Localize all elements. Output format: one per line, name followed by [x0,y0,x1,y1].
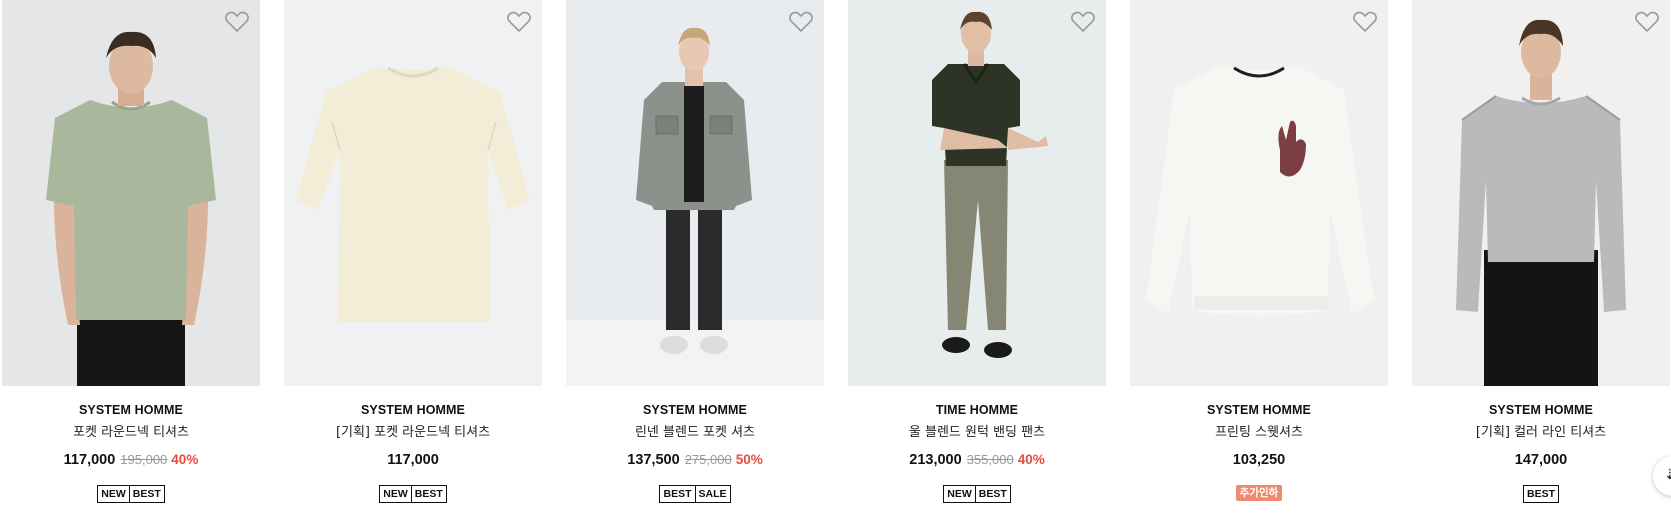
product-card[interactable]: SYSTEM HOMME 린넨 블렌드 포켓 셔츠 137,500 275,000… [566,0,824,510]
price-row: 103,250 [1130,450,1388,470]
product-card[interactable]: SYSTEM HOMME [기획] 포켓 라운드넥 티셔츠 117,000 NE… [284,0,542,510]
price-row: 147,000 [1412,450,1670,470]
product-name[interactable]: 프린팅 스웻셔츠 [1130,424,1388,442]
sale-price: 117,000 [63,452,116,468]
product-image[interactable] [2,0,260,386]
sale-price: 213,000 [909,452,962,468]
product-name[interactable]: 포켓 라운드넥 티셔츠 [2,424,260,442]
badge-group: BEST [1412,485,1670,505]
sale-price: 117,000 [387,452,439,468]
badge-extra-discount: 추가인하 [1235,485,1283,501]
heart-outline-icon[interactable] [1070,10,1096,34]
badge-group: 추가인하 [1130,485,1388,505]
product-card[interactable]: TIME HOMME 울 블렌드 원턱 밴딩 팬츠 213,000 355,000… [848,0,1106,510]
product-info: SYSTEM HOMME 포켓 라운드넥 티셔츠 117,000 195,000 4… [2,402,260,505]
badge-group: NEW BEST [284,485,542,505]
brand-name[interactable]: SYSTEM HOMME [284,402,542,418]
badge-best: BEST [410,486,446,502]
product-name[interactable]: [기획] 컬러 라인 티셔츠 [1412,424,1670,442]
brand-name[interactable]: SYSTEM HOMME [1412,402,1670,418]
heart-outline-icon[interactable] [506,10,532,34]
product-card[interactable]: SYSTEM HOMME 포켓 라운드넥 티셔츠 117,000 195,000 4… [2,0,260,510]
product-name[interactable]: [기획] 포켓 라운드넥 티셔츠 [284,424,542,442]
product-name[interactable]: 린넨 블렌드 포켓 셔츠 [566,424,824,442]
product-info: TIME HOMME 울 블렌드 원턱 밴딩 팬츠 213,000 355,000… [848,402,1106,505]
heart-outline-icon[interactable] [224,10,250,34]
product-image[interactable] [284,0,542,386]
badge-best: BEST [128,486,164,502]
badge-new: NEW [944,486,975,502]
original-price: 275,000 [684,452,732,467]
original-price: 355,000 [966,452,1014,467]
product-image[interactable] [848,0,1106,386]
badge-group: BEST SALE [566,485,824,505]
price-row: 213,000 355,000 40% [848,450,1106,470]
product-card[interactable]: SYSTEM HOMME [기획] 컬러 라인 티셔츠 147,000 BEST [1412,0,1670,510]
original-price: 195,000 [120,452,168,467]
brand-name[interactable]: SYSTEM HOMME [566,402,824,418]
price-row: 117,000 195,000 40% [2,450,260,470]
badge-group: NEW BEST [2,485,260,505]
brand-name[interactable]: SYSTEM HOMME [1130,402,1388,418]
price-row: 117,000 [284,450,542,470]
heart-outline-icon[interactable] [1352,10,1378,34]
badge-best: BEST [660,486,695,502]
badge-new: NEW [98,486,129,502]
badge-new: NEW [380,486,411,502]
product-info: SYSTEM HOMME 프린팅 스웻셔츠 103,250 추가인하 [1130,402,1388,505]
brand-name[interactable]: SYSTEM HOMME [2,402,260,418]
sale-price: 103,250 [1232,452,1286,468]
discount-rate: 40% [1017,452,1045,467]
product-card[interactable]: SYSTEM HOMME 프린팅 스웻셔츠 103,250 추가인하 [1130,0,1388,510]
badge-best: BEST [974,486,1010,502]
badge-group: NEW BEST [848,485,1106,505]
product-name[interactable]: 울 블렌드 원턱 밴딩 팬츠 [848,424,1106,442]
product-grid: SYSTEM HOMME 포켓 라운드넥 티셔츠 117,000 195,000 4… [2,0,1671,523]
product-image[interactable] [566,0,824,386]
product-info: SYSTEM HOMME [기획] 컬러 라인 티셔츠 147,000 BEST [1412,402,1670,505]
product-info: SYSTEM HOMME 린넨 블렌드 포켓 셔츠 137,500 275,000… [566,402,824,505]
product-image[interactable] [1412,0,1670,386]
heart-outline-icon[interactable] [788,10,814,34]
discount-rate: 50% [735,452,763,467]
scroll-down-icon: ⇣ [1664,466,1671,482]
brand-name[interactable]: TIME HOMME [848,402,1106,418]
price-row: 137,500 275,000 50% [566,450,824,470]
badge-sale: SALE [694,486,730,502]
product-image[interactable] [1130,0,1388,386]
sale-price: 137,500 [627,452,680,468]
sale-price: 147,000 [1514,452,1568,468]
heart-outline-icon[interactable] [1634,10,1660,34]
product-info: SYSTEM HOMME [기획] 포켓 라운드넥 티셔츠 117,000 NE… [284,402,542,505]
badge-best: BEST [1523,486,1558,502]
discount-rate: 40% [171,452,199,467]
